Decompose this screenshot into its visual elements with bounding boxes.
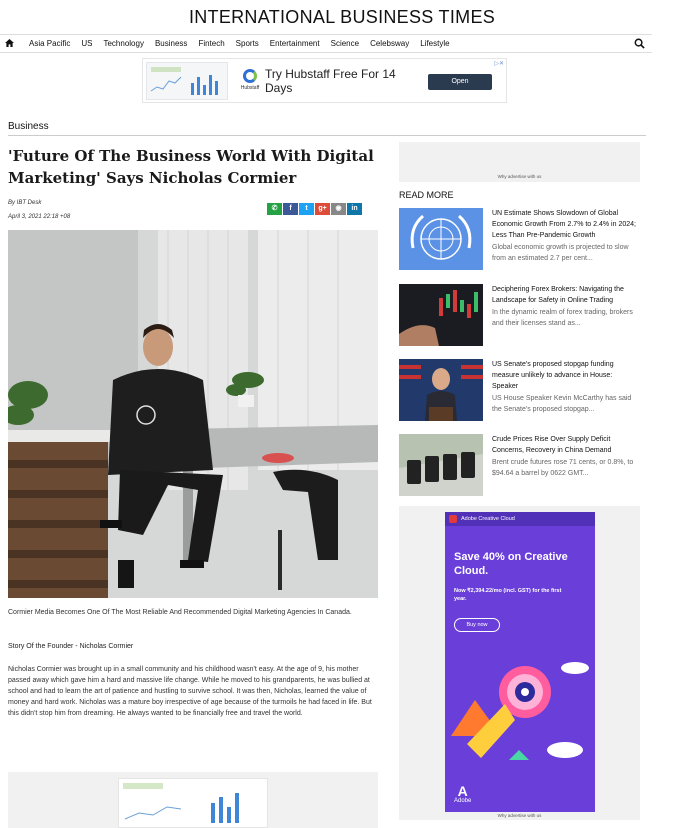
nav-item-fintech[interactable]: Fintech <box>198 39 224 48</box>
whatsapp-icon[interactable]: ✆ <box>267 203 282 215</box>
article-title: 'Future Of The Business World With Digit… <box>8 147 374 187</box>
read-more-heading: READ MORE <box>399 190 454 200</box>
read-more-item[interactable]: UN Estimate Shows Slowdown of Global Eco… <box>399 208 640 276</box>
read-more-item[interactable]: US Senate's proposed stopgap funding mea… <box>399 359 640 427</box>
nav-item-lifestyle[interactable]: Lifestyle <box>420 39 449 48</box>
why-advertise-link[interactable]: Why advertise with us <box>399 174 640 179</box>
un-emblem-thumbnail <box>399 208 483 270</box>
read-more-item[interactable]: Deciphering Forex Brokers: Navigating th… <box>399 284 640 352</box>
why-advertise-link[interactable]: Why advertise with us <box>399 813 640 818</box>
read-more-excerpt: Brent crude futures rose 71 cents, or 0.… <box>492 459 634 477</box>
adobe-logo: A Adobe <box>454 784 471 804</box>
adobe-brand-bar-text: Adobe Creative Cloud <box>461 516 515 522</box>
hubstaff-logo: Hubstaff <box>237 67 263 97</box>
adobe-logo-text: Adobe <box>454 798 472 804</box>
adobe-ad-price: Now ₹2,394.22/mo (incl. GST) for the fir… <box>454 588 562 602</box>
linkedin-icon[interactable]: in <box>347 203 362 215</box>
ad-close-icon[interactable]: ▷✕ <box>494 60 504 67</box>
adobe-illustration <box>451 662 589 760</box>
section-divider <box>8 135 646 136</box>
adobe-ad-creative[interactable]: Adobe Creative Cloud Save 40% on Creativ… <box>445 512 595 812</box>
creative-cloud-icon <box>449 515 457 523</box>
site-title[interactable]: INTERNATIONAL BUSINESS TIMES <box>0 0 684 34</box>
oil-barrels-thumbnail <box>399 434 483 496</box>
home-icon[interactable] <box>0 38 18 49</box>
search-icon[interactable] <box>634 38 646 50</box>
nav-item-entertainment[interactable]: Entertainment <box>270 39 320 48</box>
adobe-logo-mark: A <box>457 783 468 799</box>
ad-dashboard-image <box>146 62 228 100</box>
article-date: April 3, 2021 22:18 +08 <box>8 214 71 220</box>
read-more-headline[interactable]: Deciphering Forex Brokers: Navigating th… <box>492 284 640 306</box>
facebook-icon[interactable]: f <box>283 203 298 215</box>
nav-item-sports[interactable]: Sports <box>236 39 259 48</box>
hubstaff-logo-text: Hubstaff <box>240 85 260 91</box>
ad-open-button[interactable]: Open <box>428 74 492 90</box>
senate-speaker-thumbnail <box>399 359 483 421</box>
nav-item-celebsway[interactable]: Celebsway <box>370 39 409 48</box>
nav-item-technology[interactable]: Technology <box>103 39 143 48</box>
article-hero-image <box>8 230 378 598</box>
read-more-headline[interactable]: US Senate's proposed stopgap funding mea… <box>492 359 640 392</box>
article-subhead: Story Of the Founder - Nicholas Cormier <box>8 643 134 650</box>
read-more-excerpt: US House Speaker Kevin McCarthy has said… <box>492 395 632 413</box>
google-plus-icon[interactable]: g+ <box>315 203 330 215</box>
read-more-headline[interactable]: Crude Prices Rise Over Supply Deficit Co… <box>492 434 640 456</box>
inline-ad[interactable] <box>8 772 378 828</box>
masthead: INTERNATIONAL BUSINESS TIMES <box>0 0 684 34</box>
image-caption: Cormier Media Becomes One Of The Most Re… <box>8 609 352 616</box>
nav-item-business[interactable]: Business <box>155 39 187 48</box>
read-more-headline[interactable]: UN Estimate Shows Slowdown of Global Eco… <box>492 208 640 241</box>
sidebar-ad-slot[interactable]: Why advertise with us <box>399 142 640 182</box>
adobe-brand-bar: Adobe Creative Cloud <box>445 512 595 526</box>
read-more-excerpt: In the dynamic realm of forex trading, b… <box>492 309 633 327</box>
read-more-item[interactable]: Crude Prices Rise Over Supply Deficit Co… <box>399 434 640 502</box>
top-ad-banner[interactable]: Hubstaff Try Hubstaff Free For 14 Days O… <box>142 58 507 103</box>
reddit-icon[interactable]: ◉ <box>331 203 346 215</box>
nav-item-science[interactable]: Science <box>331 39 359 48</box>
forex-thumbnail <box>399 284 483 346</box>
main-nav: Asia Pacific US Technology Business Fint… <box>0 34 652 53</box>
section-label[interactable]: Business <box>8 121 49 132</box>
article-paragraph: Nicholas Cormier was brought up in a sma… <box>8 666 372 717</box>
twitter-icon[interactable]: t <box>299 203 314 215</box>
sidebar-big-ad[interactable]: Adobe Creative Cloud Save 40% on Creativ… <box>399 506 640 820</box>
share-buttons: ✆ f t g+ ◉ in <box>267 203 362 215</box>
buy-now-button[interactable]: Buy now <box>454 618 500 632</box>
nav-item-asia-pacific[interactable]: Asia Pacific <box>29 39 70 48</box>
nav-item-us[interactable]: US <box>81 39 92 48</box>
adobe-ad-headline: Save 40% on Creative Cloud. <box>454 551 568 577</box>
article-byline[interactable]: By IBT Desk <box>8 200 41 206</box>
inline-ad-creative <box>118 778 268 828</box>
ad-headline[interactable]: Try Hubstaff Free For 14 Days <box>265 67 415 95</box>
read-more-excerpt: Global economic growth is projected to s… <box>492 244 629 262</box>
